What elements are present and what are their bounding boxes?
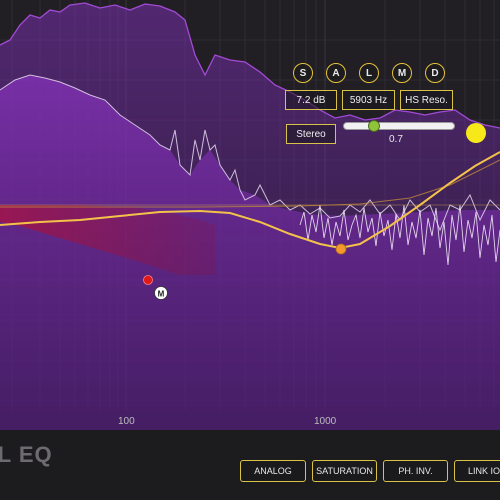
analog-band-button[interactable]: A <box>326 63 346 83</box>
delete-band-button[interactable]: D <box>425 63 445 83</box>
link-io-button[interactable]: LINK IO <box>454 460 500 482</box>
mid-side-marker-label: M <box>158 290 165 299</box>
band-handle-low-shelf[interactable] <box>143 275 153 285</box>
band-handle-mid[interactable] <box>335 243 347 255</box>
q-slider-thumb[interactable] <box>368 120 380 132</box>
gain-field[interactable]: 7.2 dB <box>285 90 337 110</box>
saturation-button[interactable]: SATURATION <box>312 460 377 482</box>
channel-select[interactable]: Stereo <box>286 124 336 144</box>
mute-band-button[interactable]: M <box>392 63 412 83</box>
eq-graph[interactable]: M <box>0 0 500 430</box>
freq-label-1000: 1000 <box>314 416 337 427</box>
eq-plugin-window: M 100 1000 S A L M D 7.2 dB 5903 Hz HS R… <box>0 0 500 500</box>
analog-button[interactable]: ANALOG <box>240 460 306 482</box>
frequency-field[interactable]: 5903 Hz <box>342 90 395 110</box>
link-band-button[interactable]: L <box>359 63 379 83</box>
q-slider-track[interactable] <box>343 122 455 130</box>
freq-label-100: 100 <box>118 416 135 427</box>
phase-invert-button[interactable]: PH. INV. <box>383 460 448 482</box>
q-slider-value: 0.7 <box>389 134 403 145</box>
solo-band-button[interactable]: S <box>293 63 313 83</box>
band-handle-high-shelf[interactable] <box>466 123 486 143</box>
filter-type-select[interactable]: HS Reso. <box>400 90 453 110</box>
plugin-logo: TAL EQ <box>0 442 53 467</box>
